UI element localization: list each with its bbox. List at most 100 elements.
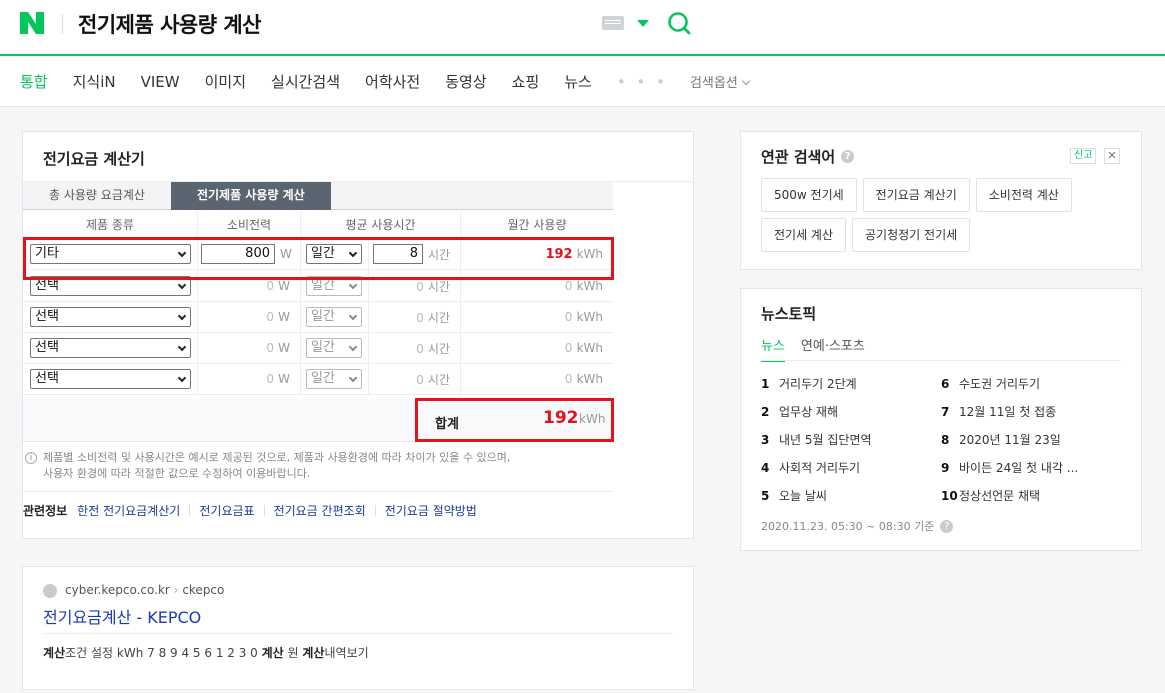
tab-realtime[interactable]: 실시간검색 bbox=[271, 71, 340, 92]
rank-number: 5 bbox=[761, 489, 770, 503]
watt-value[interactable]: 0 bbox=[266, 341, 274, 355]
close-icon[interactable]: ✕ bbox=[1104, 148, 1120, 164]
product-select[interactable]: 선택 bbox=[30, 369, 191, 389]
tab-news[interactable]: 뉴스 bbox=[564, 71, 592, 92]
result-url[interactable]: cyber.kepco.co.kr › ckepco bbox=[65, 583, 224, 597]
related-chip[interactable]: 전기세 계산 bbox=[761, 218, 847, 252]
report-button[interactable]: 신고 bbox=[1070, 148, 1097, 164]
related-search-title: 연관 검색어 ? bbox=[761, 146, 855, 167]
search-options-button[interactable]: 검색옵션 bbox=[690, 72, 751, 91]
related-link-saving-tips[interactable]: 전기요금 절약방법 bbox=[385, 502, 477, 519]
tab-all[interactable]: 통합 bbox=[20, 71, 48, 92]
list-item[interactable]: 6 수도권 거리두기 bbox=[941, 375, 1040, 392]
monthly-kwh-value: 0 bbox=[564, 372, 573, 386]
list-item[interactable]: 8 2020년 11월 23일 bbox=[941, 431, 1061, 448]
notice-line-1: 제품별 소비전력 및 사용시간은 예시로 제공된 것으로, 제품과 사용환경에 … bbox=[43, 451, 511, 464]
naver-logo-icon[interactable] bbox=[20, 12, 44, 34]
list-item[interactable]: 2 업무상 재해 bbox=[761, 403, 838, 420]
highlight-box-first-row bbox=[23, 237, 614, 280]
caret-down-icon[interactable] bbox=[637, 20, 649, 27]
table-row: 선택 0 W 일간 0 시간 0 kWh bbox=[23, 333, 613, 364]
hours-unit: 시간 bbox=[427, 279, 450, 294]
list-item[interactable]: 3 내년 5월 집단면역 bbox=[761, 431, 872, 448]
rank-number: 10 bbox=[941, 489, 958, 503]
related-info: 관련정보 한전 전기요금계산기 전기요금표 전기요금 간편조회 전기요금 절약방… bbox=[23, 502, 477, 519]
related-link-quick-lookup[interactable]: 전기요금 간편조회 bbox=[274, 502, 366, 519]
description-text: 조건 설정 kWh 7 8 9 4 5 6 1 2 3 0 bbox=[65, 646, 262, 660]
brand-line bbox=[0, 54, 1165, 56]
divider bbox=[23, 491, 613, 492]
product-select[interactable]: 선택 bbox=[30, 338, 191, 358]
monthly-kwh-value: 0 bbox=[564, 310, 573, 324]
related-chip[interactable]: 전기요금 계산기 bbox=[862, 178, 970, 212]
chevron-down-icon bbox=[177, 342, 187, 352]
related-chip[interactable]: 소비전력 계산 bbox=[975, 178, 1072, 212]
watt-value[interactable]: 0 bbox=[266, 279, 274, 293]
hours-value[interactable]: 0 bbox=[416, 373, 424, 387]
tab-entertainment-sports[interactable]: 연예·스포츠 bbox=[801, 335, 865, 362]
header-hours: 평균 사용시간 bbox=[300, 211, 460, 237]
related-search-card: 연관 검색어 ? 신고 ✕ 500w 전기세 전기요금 계산기 소비전력 계산 … bbox=[740, 131, 1142, 270]
hours-display: 0 시간 bbox=[416, 371, 450, 388]
search-tabs: 통합 지식iN VIEW 이미지 실시간검색 어학사전 동영상 쇼핑 뉴스 • … bbox=[20, 71, 751, 92]
list-item[interactable]: 10정상선언문 채택 bbox=[941, 487, 1040, 504]
monthly-cell: 0 kWh bbox=[460, 333, 613, 363]
list-item[interactable]: 4 사회적 거리두기 bbox=[761, 459, 860, 476]
help-icon[interactable]: ? bbox=[841, 150, 855, 163]
result-title-link[interactable]: 전기요금계산 - KEPCO bbox=[43, 604, 201, 628]
topic-text: 오늘 날씨 bbox=[779, 489, 827, 503]
table-row: 선택 0 W 일간 0 시간 0 kWh bbox=[23, 364, 613, 395]
period-select[interactable]: 일간 bbox=[306, 307, 362, 327]
watt-cell: 0 W bbox=[197, 364, 300, 394]
related-chip[interactable]: 500w 전기세 bbox=[761, 178, 857, 212]
tab-news-topic[interactable]: 뉴스 bbox=[761, 335, 785, 362]
period-value: 일간 bbox=[311, 309, 335, 324]
period-value: 일간 bbox=[311, 340, 335, 355]
list-item[interactable]: 9 바이든 24일 첫 내각 ... bbox=[941, 459, 1078, 476]
topic-text: 업무상 재해 bbox=[779, 405, 839, 419]
topic-text: 정상선언문 채택 bbox=[959, 489, 1041, 503]
tab-total-usage[interactable]: 총 사용량 요금계산 bbox=[23, 182, 171, 210]
info-icon: i bbox=[25, 452, 37, 464]
rank-number: 9 bbox=[941, 461, 950, 475]
related-chip[interactable]: 공기청정기 전기세 bbox=[852, 218, 971, 252]
keyboard-icon[interactable] bbox=[602, 16, 624, 30]
highlight-keyword: 계산 bbox=[261, 646, 284, 660]
watt-unit: W bbox=[278, 310, 290, 324]
related-link-rate-table[interactable]: 전기요금표 bbox=[199, 502, 254, 519]
search-query-input[interactable]: 전기제품 사용량 계산 bbox=[78, 9, 262, 39]
more-tabs-button[interactable]: • • • bbox=[617, 73, 668, 91]
watt-value[interactable]: 0 bbox=[266, 310, 274, 324]
list-item[interactable]: 7 12월 11일 첫 접종 bbox=[941, 403, 1056, 420]
period-select[interactable]: 일간 bbox=[306, 369, 362, 389]
list-item[interactable]: 1 거리두기 2단계 bbox=[761, 375, 857, 392]
highlight-keyword: 계산 bbox=[43, 646, 66, 660]
help-icon[interactable]: ? bbox=[940, 519, 954, 533]
tab-shopping[interactable]: 쇼핑 bbox=[512, 71, 540, 92]
kwh-unit: kWh bbox=[576, 372, 603, 386]
tab-appliance-usage[interactable]: 전기제품 사용량 계산 bbox=[170, 182, 331, 210]
tab-dictionary[interactable]: 어학사전 bbox=[365, 71, 420, 92]
related-link-kepco-calculator[interactable]: 한전 전기요금계산기 bbox=[77, 502, 180, 519]
tab-view[interactable]: VIEW bbox=[141, 73, 180, 91]
topic-text: 내년 5월 집단면역 bbox=[779, 433, 872, 447]
divider bbox=[368, 302, 369, 332]
topic-text: 수도권 거리두기 bbox=[959, 377, 1041, 391]
tab-image[interactable]: 이미지 bbox=[205, 71, 246, 92]
chevron-down-icon bbox=[348, 373, 358, 383]
hours-value[interactable]: 0 bbox=[416, 280, 424, 294]
watt-value[interactable]: 0 bbox=[266, 372, 274, 386]
chevron-down-icon bbox=[348, 311, 358, 321]
list-item[interactable]: 5 오늘 날씨 bbox=[761, 487, 827, 504]
watt-cell: 0 W bbox=[197, 333, 300, 363]
hours-value[interactable]: 0 bbox=[416, 342, 424, 356]
tab-video[interactable]: 동영상 bbox=[445, 71, 486, 92]
product-select[interactable]: 선택 bbox=[30, 307, 191, 327]
search-icon[interactable] bbox=[667, 11, 691, 35]
watt-unit: W bbox=[278, 279, 290, 293]
period-select[interactable]: 일간 bbox=[306, 338, 362, 358]
tab-kin[interactable]: 지식iN bbox=[73, 71, 116, 92]
kwh-unit: kWh bbox=[576, 310, 603, 324]
hours-value[interactable]: 0 bbox=[416, 311, 424, 325]
description-text: 원 bbox=[283, 646, 303, 660]
